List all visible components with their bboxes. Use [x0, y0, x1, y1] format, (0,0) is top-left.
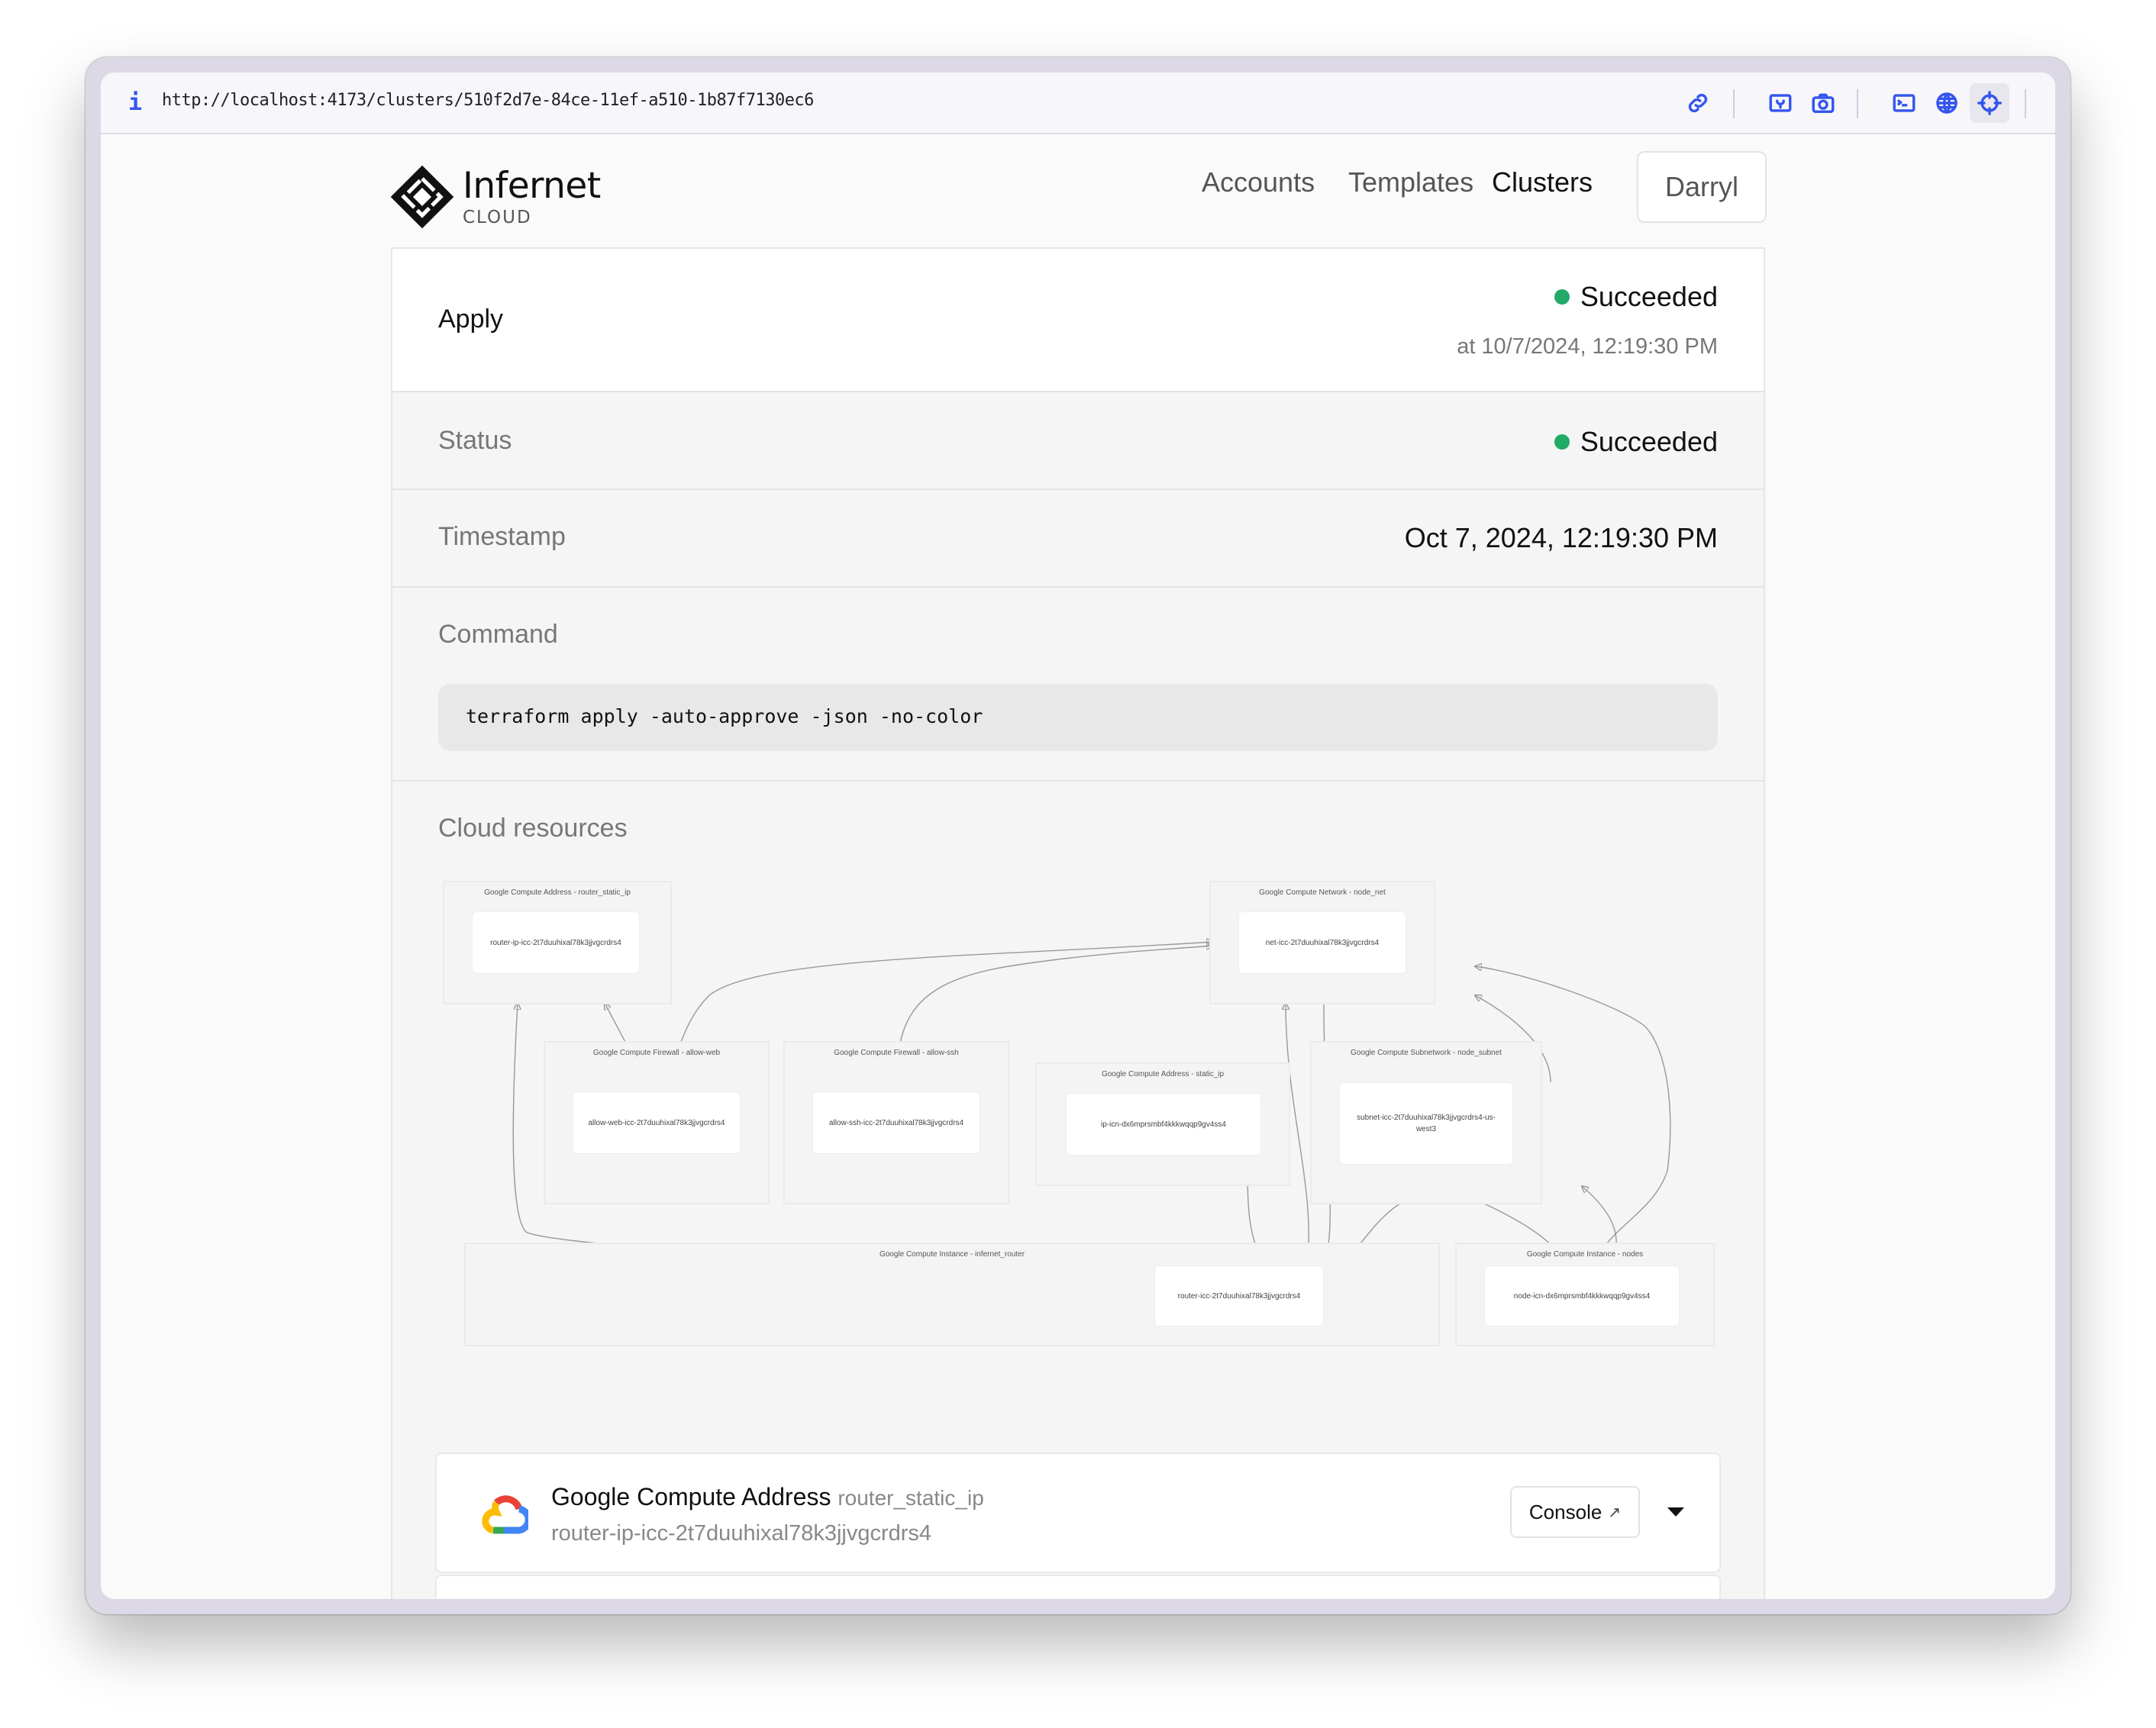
command-text[interactable]: terraform apply -auto-approve -json -no-…	[466, 705, 983, 727]
run-header: Apply Succeeded at 10/7/2024, 12:19:30 P…	[392, 249, 1764, 392]
group-title: Google Compute Network - node_net	[1259, 888, 1386, 897]
page-content: Infernet CLOUD Accounts Templates Cluste…	[101, 136, 2055, 1599]
browser-viewport: i http://localhost:4173/clusters/510f2d7…	[101, 73, 2055, 1599]
resource-title: Google Compute Address router_static_ip	[551, 1483, 984, 1511]
graph-group-node-subnet: Google Compute Subnetwork - node_subnet …	[1310, 1041, 1542, 1204]
status-dot-icon	[1554, 434, 1570, 450]
graph-group-nodes: Google Compute Instance - nodes node-icn…	[1455, 1243, 1715, 1346]
run-status-badge: Succeeded	[1554, 281, 1718, 313]
command-label: Command	[438, 620, 558, 649]
graph-node[interactable]: allow-ssh-icc-2t7duuhixal78k3jjvgcrdrs4	[812, 1091, 980, 1154]
nav-templates[interactable]: Templates	[1348, 166, 1473, 198]
terminal-icon[interactable]	[1884, 83, 1924, 123]
graph-node[interactable]: subnet-icc-2t7duuhixal78k3jjvgcrdrs4-us-…	[1339, 1082, 1513, 1165]
graph-node[interactable]: allow-web-icc-2t7duuhixal78k3jjvgcrdrs4	[573, 1091, 741, 1154]
group-title: Google Compute Firewall - allow-ssh	[834, 1049, 959, 1057]
brand-name: Infernet	[463, 165, 601, 207]
browser-window: i http://localhost:4173/clusters/510f2d7…	[86, 57, 2070, 1614]
diamond-logo-icon	[390, 165, 454, 229]
group-title: Google Compute Subnetwork - node_subnet	[1351, 1049, 1502, 1057]
status-value: Succeeded	[1554, 426, 1718, 458]
run-title: Apply	[438, 305, 504, 334]
group-title: Google Compute Address - router_static_i…	[484, 888, 631, 897]
nav-accounts[interactable]: Accounts	[1202, 166, 1315, 198]
google-cloud-icon	[482, 1495, 528, 1534]
user-menu-button[interactable]: Darryl	[1637, 151, 1767, 223]
group-title: Google Compute Address - static_ip	[1101, 1070, 1225, 1078]
expand-caret-icon[interactable]	[1667, 1507, 1684, 1517]
timestamp-value: Oct 7, 2024, 12:19:30 PM	[1404, 522, 1718, 553]
toolbar-divider	[1733, 89, 1735, 118]
group-title: Google Compute Instance - infernet_route…	[879, 1250, 1025, 1259]
resource-card: Google Compute Address router_static_ip …	[435, 1452, 1721, 1573]
status-row: Status Succeeded	[392, 392, 1764, 490]
graph-node[interactable]: ip-icn-dx6mprsmbf4kkkwqqp9gv4ss4	[1066, 1093, 1261, 1156]
status-value-text: Succeeded	[1580, 426, 1718, 457]
console-button[interactable]: Console ↗	[1510, 1486, 1640, 1538]
resource-graph: Google Compute Address - router_static_i…	[438, 881, 1728, 1369]
resource-name: router_static_ip	[838, 1486, 984, 1510]
resource-type: Google Compute Address	[551, 1483, 831, 1510]
run-time: at 10/7/2024, 12:19:30 PM	[1457, 334, 1718, 359]
cloud-resources-label: Cloud resources	[438, 814, 628, 843]
run-status-text: Succeeded	[1580, 281, 1718, 312]
status-dot-icon	[1554, 289, 1570, 305]
timestamp-row: Timestamp Oct 7, 2024, 12:19:30 PM	[392, 490, 1764, 588]
link-icon[interactable]	[1678, 83, 1718, 123]
info-icon[interactable]: i	[128, 89, 142, 116]
globe-icon[interactable]	[1927, 83, 1967, 123]
brand-logo[interactable]: Infernet CLOUD	[389, 164, 601, 230]
address-bar: i http://localhost:4173/clusters/510f2d7…	[101, 73, 2055, 134]
url-field[interactable]: http://localhost:4173/clusters/510f2d7e-…	[162, 91, 814, 110]
command-row: Command terraform apply -auto-approve -j…	[392, 588, 1764, 782]
resource-id: router-ip-icc-2t7duuhixal78k3jjvgcrdrs4	[551, 1521, 932, 1546]
graph-group-router-static-ip: Google Compute Address - router_static_i…	[443, 881, 672, 1004]
image-icon[interactable]	[1761, 83, 1800, 123]
toolbar-divider	[2025, 89, 2026, 118]
toolbar-divider	[1857, 89, 1858, 118]
graph-group-allow-ssh: Google Compute Firewall - allow-ssh allo…	[783, 1041, 1009, 1204]
graph-group-infernet-router: Google Compute Instance - infernet_route…	[464, 1243, 1440, 1346]
graph-node[interactable]: router-ip-icc-2t7duuhixal78k3jjvgcrdrs4	[472, 911, 640, 974]
graph-group-allow-web: Google Compute Firewall - allow-web allo…	[544, 1041, 770, 1204]
graph-node[interactable]: node-icn-dx6mprsmbf4kkkwqqp9gv4ss4	[1484, 1265, 1680, 1327]
resource-card: Google Compute Address static_ip ip-icn-…	[435, 1575, 1721, 1599]
group-title: Google Compute Firewall - allow-web	[592, 1049, 721, 1057]
nav-clusters[interactable]: Clusters	[1492, 166, 1593, 198]
brand-subtitle: CLOUD	[463, 208, 532, 227]
timestamp-label: Timestamp	[438, 522, 566, 551]
camera-icon[interactable]	[1803, 83, 1843, 123]
console-label: Console	[1528, 1500, 1602, 1523]
group-title: Google Compute Instance - nodes	[1526, 1250, 1644, 1259]
graph-node[interactable]: net-icc-2t7duuhixal78k3jjvgcrdrs4	[1238, 911, 1406, 974]
graph-group-static-ip: Google Compute Address - static_ip ip-ic…	[1035, 1062, 1290, 1186]
external-link-icon: ↗	[1608, 1504, 1622, 1521]
run-details-card: Apply Succeeded at 10/7/2024, 12:19:30 P…	[391, 247, 1765, 1599]
graph-group-node-net: Google Compute Network - node_net net-ic…	[1209, 881, 1435, 1004]
command-code-block[interactable]: terraform apply -auto-approve -json -no-…	[438, 684, 1718, 751]
crosshair-icon[interactable]	[1970, 83, 2009, 123]
status-label: Status	[438, 426, 512, 455]
graph-node[interactable]: router-icc-2t7duuhixal78k3jjvgcrdrs4	[1154, 1265, 1324, 1327]
puzzle-icon[interactable]	[2045, 83, 2055, 123]
